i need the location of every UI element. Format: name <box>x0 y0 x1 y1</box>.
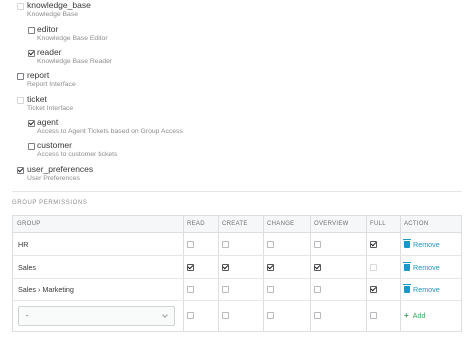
role-description: Knowledge Base <box>27 11 79 18</box>
group-name: Sales <box>18 263 36 272</box>
full-checkbox[interactable] <box>370 241 377 248</box>
column-header-read: READ <box>187 221 205 227</box>
read-checkbox[interactable] <box>187 264 194 271</box>
role-description: Knowledge Base Reader <box>37 58 113 65</box>
remove-button[interactable]: Remove <box>403 284 440 294</box>
role-description: Knowledge Base Editor <box>37 35 108 42</box>
overview-checkbox[interactable] <box>314 286 321 293</box>
role-name: report <box>27 70 50 80</box>
column-header-overview: OVERVIEW <box>314 221 349 227</box>
create-checkbox[interactable] <box>222 312 229 319</box>
role-name: user_preferences <box>27 164 94 174</box>
role-description: Access to customer tickets <box>37 151 118 158</box>
role-checkbox[interactable] <box>28 143 35 150</box>
table-row: Sales Remove <box>13 256 461 279</box>
add-label: Add <box>412 311 426 320</box>
add-button[interactable]: + Add <box>404 311 425 320</box>
role-description: User Preferences <box>27 175 80 182</box>
table-row: HR Remove <box>13 233 461 256</box>
full-checkbox[interactable] <box>370 286 377 293</box>
column-header-full: FULL <box>370 221 386 227</box>
full-checkbox[interactable] <box>370 312 377 319</box>
column-header-change: CHANGE <box>267 221 295 227</box>
trash-icon <box>403 239 411 248</box>
role-name: editor <box>37 24 59 34</box>
plus-icon: + <box>404 311 409 320</box>
overview-checkbox[interactable] <box>314 312 321 319</box>
remove-button[interactable]: Remove <box>403 239 440 249</box>
role-description: Report Interface <box>27 81 76 88</box>
change-checkbox[interactable] <box>267 312 274 319</box>
change-checkbox[interactable] <box>267 264 274 271</box>
role-name: agent <box>37 117 59 127</box>
role-checkbox[interactable] <box>17 3 24 10</box>
read-checkbox[interactable] <box>187 286 194 293</box>
remove-button[interactable]: Remove <box>403 262 440 272</box>
new-permission-row: - + Add <box>13 301 461 331</box>
role-name: reader <box>37 47 62 57</box>
create-checkbox[interactable] <box>222 241 229 248</box>
role-checkbox[interactable] <box>17 73 24 80</box>
role-list: knowledge_base Knowledge Base editor Kno… <box>0 0 474 197</box>
overview-checkbox[interactable] <box>314 241 321 248</box>
group-name: HR <box>18 240 29 249</box>
role-checkbox[interactable] <box>28 27 35 34</box>
group-select-value: - <box>26 311 29 320</box>
group-select[interactable]: - <box>18 306 175 326</box>
read-checkbox[interactable] <box>187 312 194 319</box>
column-header-group: GROUP <box>17 221 41 227</box>
full-checkbox[interactable] <box>370 264 377 271</box>
create-checkbox[interactable] <box>222 264 229 271</box>
overview-checkbox[interactable] <box>314 264 321 271</box>
trash-icon <box>403 262 411 271</box>
chevron-down-icon <box>162 312 168 318</box>
group-permissions-table: GROUP READ CREATE CHANGE OVERVIEW FULL A… <box>12 215 462 332</box>
role-name: knowledge_base <box>27 0 91 10</box>
table-row: Sales › Marketing Remove <box>13 279 461 301</box>
role-description: Ticket Interface <box>27 105 74 112</box>
column-header-create: CREATE <box>222 221 248 227</box>
create-checkbox[interactable] <box>222 286 229 293</box>
role-name: ticket <box>27 94 47 104</box>
table-header-row: GROUP READ CREATE CHANGE OVERVIEW FULL A… <box>13 216 461 233</box>
column-header-action: ACTION <box>404 221 429 227</box>
group-permissions-heading: GROUP PERMISSIONS <box>12 200 88 206</box>
read-checkbox[interactable] <box>187 241 194 248</box>
role-checkbox[interactable] <box>17 167 24 174</box>
section-divider <box>12 191 462 192</box>
role-checkbox[interactable] <box>28 120 35 127</box>
role-description: Access to Agent Tickets based on Group A… <box>37 128 183 135</box>
role-checkbox[interactable] <box>28 50 35 57</box>
change-checkbox[interactable] <box>267 241 274 248</box>
remove-label: Remove <box>413 240 440 249</box>
change-checkbox[interactable] <box>267 286 274 293</box>
role-name: customer <box>37 140 72 150</box>
group-name: Sales › Marketing <box>18 285 74 294</box>
role-checkbox[interactable] <box>17 97 24 104</box>
remove-label: Remove <box>413 285 440 294</box>
remove-label: Remove <box>413 263 440 272</box>
trash-icon <box>403 284 411 293</box>
